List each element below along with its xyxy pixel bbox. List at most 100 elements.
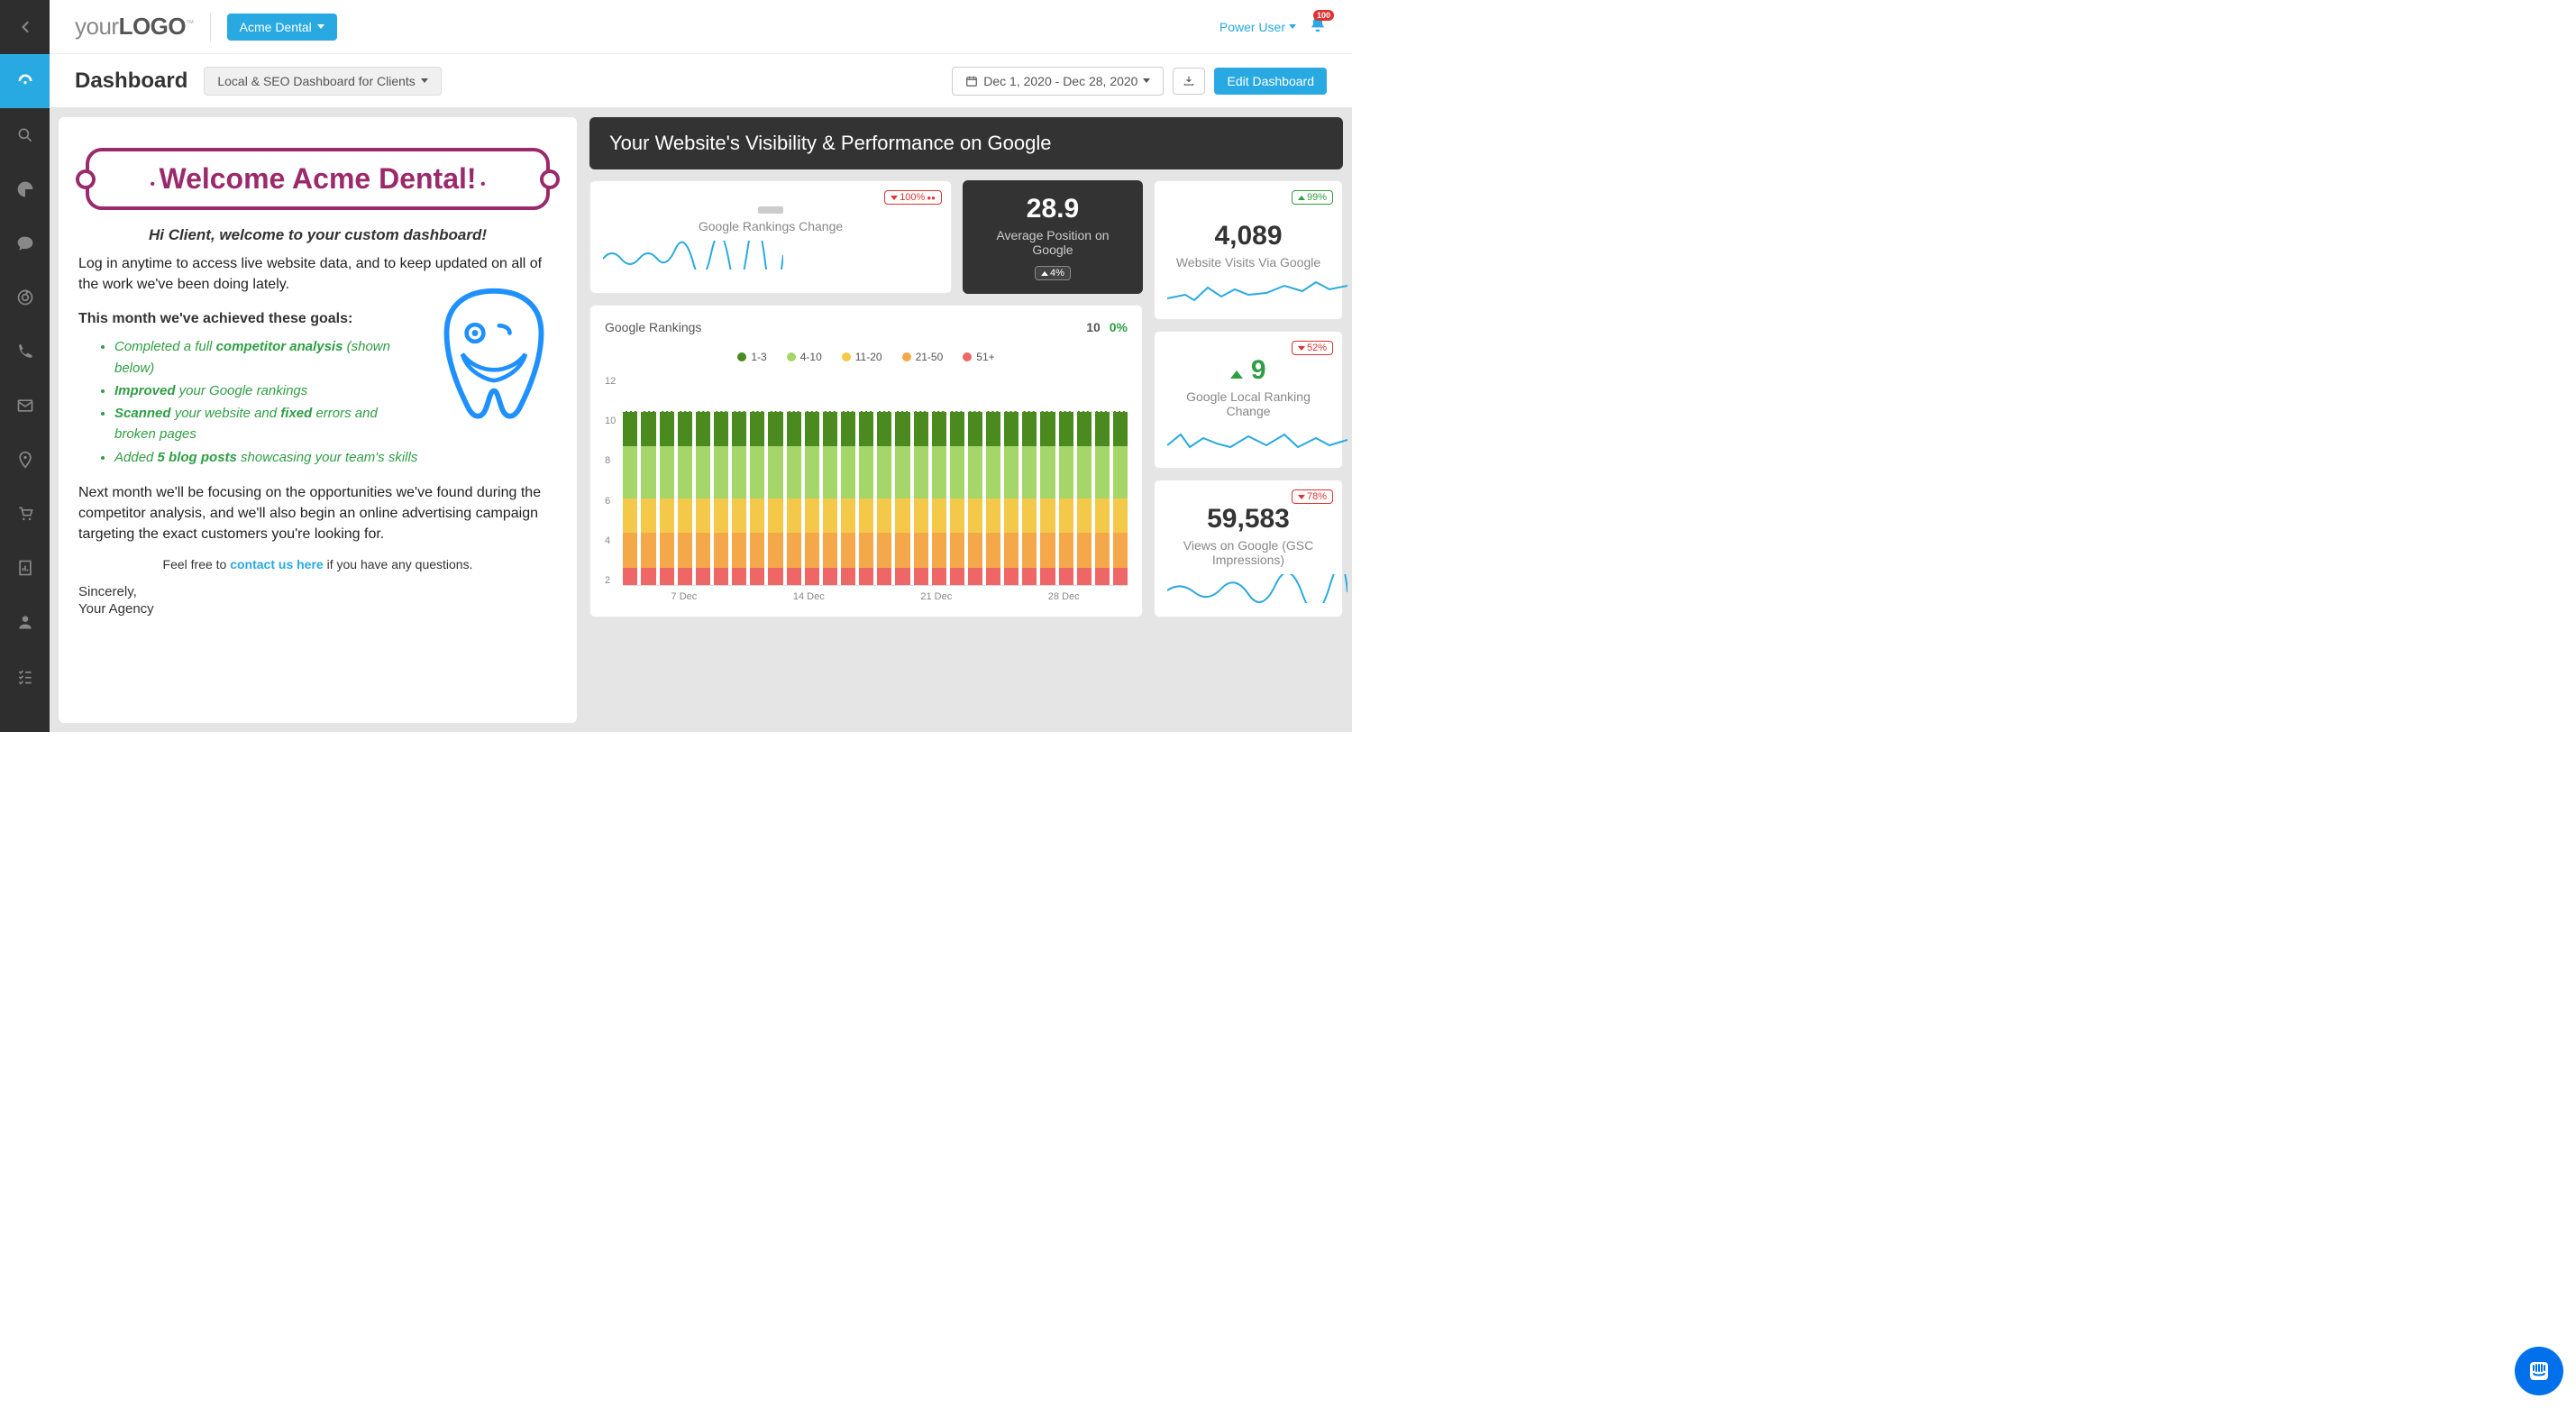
bar[interactable] [1022, 411, 1037, 585]
sidebar-mail[interactable] [0, 379, 50, 433]
card-label: Views on Google (GSC Impressions) [1167, 538, 1329, 567]
bar[interactable] [986, 411, 1000, 585]
sidebar-chat[interactable] [0, 216, 50, 270]
card-value: 9 [1167, 355, 1329, 386]
bar[interactable] [732, 411, 746, 585]
bar[interactable] [1040, 411, 1055, 585]
sidebar-back[interactable] [0, 0, 50, 54]
bar[interactable] [714, 411, 728, 585]
card-value: 59,583 [1167, 504, 1329, 535]
card-impressions[interactable]: 78% 59,583 Views on Google (GSC Impressi… [1154, 480, 1343, 617]
toolbar: Dashboard Local & SEO Dashboard for Clie… [50, 54, 1352, 108]
welcome-body-2: Next month we'll be focusing on the oppo… [78, 482, 557, 545]
trend-badge: 78% [1292, 489, 1333, 504]
sidebar-cart[interactable] [0, 487, 50, 541]
bar[interactable] [841, 411, 855, 585]
bar[interactable] [660, 411, 674, 585]
sparkline-icon [1167, 574, 1347, 603]
user-menu[interactable]: Power User [1219, 20, 1296, 34]
chevron-down-icon [1289, 24, 1296, 29]
card-label: Google Local Ranking Change [1167, 389, 1329, 418]
card-visits[interactable]: 99% 4,089 Website Visits Via Google [1154, 180, 1343, 320]
trend-badge: 100%●● [884, 190, 942, 205]
bar[interactable] [623, 411, 637, 585]
bar[interactable] [914, 411, 928, 585]
notification-count: 100 [1313, 10, 1334, 21]
bar-placeholder-icon [758, 206, 783, 214]
bar[interactable] [895, 411, 909, 585]
chevron-down-icon [421, 78, 428, 83]
rankings-chart-panel: Google Rankings 10 0% 1-34-1011-2021-505… [589, 305, 1143, 617]
welcome-panel: • Welcome Acme Dental! • Hi Client, welc… [59, 117, 577, 723]
chart-count: 10 [1086, 320, 1101, 334]
legend-item[interactable]: 11-20 [842, 351, 882, 363]
bar[interactable] [859, 411, 873, 585]
sidebar-search[interactable] [0, 108, 50, 162]
date-range-picker[interactable]: Dec 1, 2020 - Dec 28, 2020 [952, 67, 1164, 96]
bar[interactable] [641, 411, 655, 585]
sidebar-reports[interactable] [0, 541, 50, 595]
card-local-rank[interactable]: 52% 9 Google Local Ranking Change [1154, 331, 1343, 469]
bar[interactable] [750, 411, 764, 585]
bar[interactable] [696, 411, 710, 585]
sidebar-phone[interactable] [0, 325, 50, 379]
download-button[interactable] [1173, 68, 1205, 95]
sidebar-dashboard[interactable] [0, 54, 50, 108]
intercom-button[interactable] [2515, 1347, 2563, 1395]
sidebar-analytics[interactable] [0, 162, 50, 216]
card-avg-position[interactable]: 28.9 Average Position on Google 4% [963, 180, 1143, 294]
bar[interactable] [787, 411, 801, 585]
bar[interactable] [932, 411, 946, 585]
sidebar-user[interactable] [0, 595, 50, 649]
legend-item[interactable]: 51+ [963, 351, 994, 363]
sidebar-target[interactable] [0, 270, 50, 325]
card-value: 4,089 [1167, 221, 1329, 251]
bar[interactable] [823, 411, 837, 585]
signature-2: Your Agency [78, 601, 557, 617]
legend-item[interactable]: 1-3 [737, 351, 766, 363]
download-icon [1183, 75, 1195, 87]
divider [210, 13, 211, 41]
account-selector[interactable]: Acme Dental [227, 14, 337, 41]
chevron-down-icon [317, 24, 324, 29]
bar[interactable] [968, 411, 982, 585]
y-axis: 12108642 [605, 376, 623, 602]
chart-title: Google Rankings [605, 320, 701, 334]
bar[interactable] [805, 411, 819, 585]
contact-link[interactable]: contact us here [230, 557, 323, 571]
x-axis: 7 Dec14 Dec21 Dec28 Dec [623, 586, 1128, 602]
bar[interactable] [1004, 411, 1019, 585]
goal-item: Added 5 blog posts showcasing your team'… [114, 447, 557, 468]
welcome-heading: Hi Client, welcome to your custom dashbo… [78, 226, 557, 244]
welcome-banner: • Welcome Acme Dental! • [86, 148, 550, 210]
card-label: Google Rankings Change [603, 219, 938, 233]
bar[interactable] [877, 411, 891, 585]
calendar-icon [965, 75, 978, 87]
logo: yourLOGO™ [75, 13, 194, 41]
chevron-down-icon [1143, 78, 1150, 83]
bar[interactable] [768, 411, 782, 585]
page-title: Dashboard [75, 69, 187, 94]
sidebar-location[interactable] [0, 433, 50, 487]
bar[interactable] [1077, 411, 1092, 585]
topbar: yourLOGO™ Acme Dental Power User 100 [50, 0, 1352, 54]
trend-badge: 4% [1035, 266, 1071, 280]
trend-badge: 52% [1292, 341, 1333, 355]
notifications-button[interactable]: 100 [1309, 15, 1327, 38]
edit-dashboard-button[interactable]: Edit Dashboard [1214, 68, 1327, 95]
sidebar-tasks[interactable] [0, 649, 50, 703]
dashboard-selector[interactable]: Local & SEO Dashboard for Clients [204, 67, 441, 96]
tooth-icon [431, 286, 557, 423]
legend-item[interactable]: 21-50 [902, 351, 944, 363]
bar[interactable] [1059, 411, 1073, 585]
intercom-icon [2526, 1358, 2552, 1384]
sparkline-icon [1167, 425, 1347, 454]
section-header: Your Website's Visibility & Performance … [589, 117, 1343, 169]
bar[interactable] [1095, 411, 1110, 585]
bar[interactable] [678, 411, 692, 585]
card-rankings-change[interactable]: 100%●● Google Rankings Change [589, 180, 952, 294]
card-label: Average Position on Google [976, 228, 1129, 257]
legend-item[interactable]: 4-10 [787, 351, 822, 363]
bar[interactable] [1113, 411, 1128, 585]
bar[interactable] [950, 411, 964, 585]
